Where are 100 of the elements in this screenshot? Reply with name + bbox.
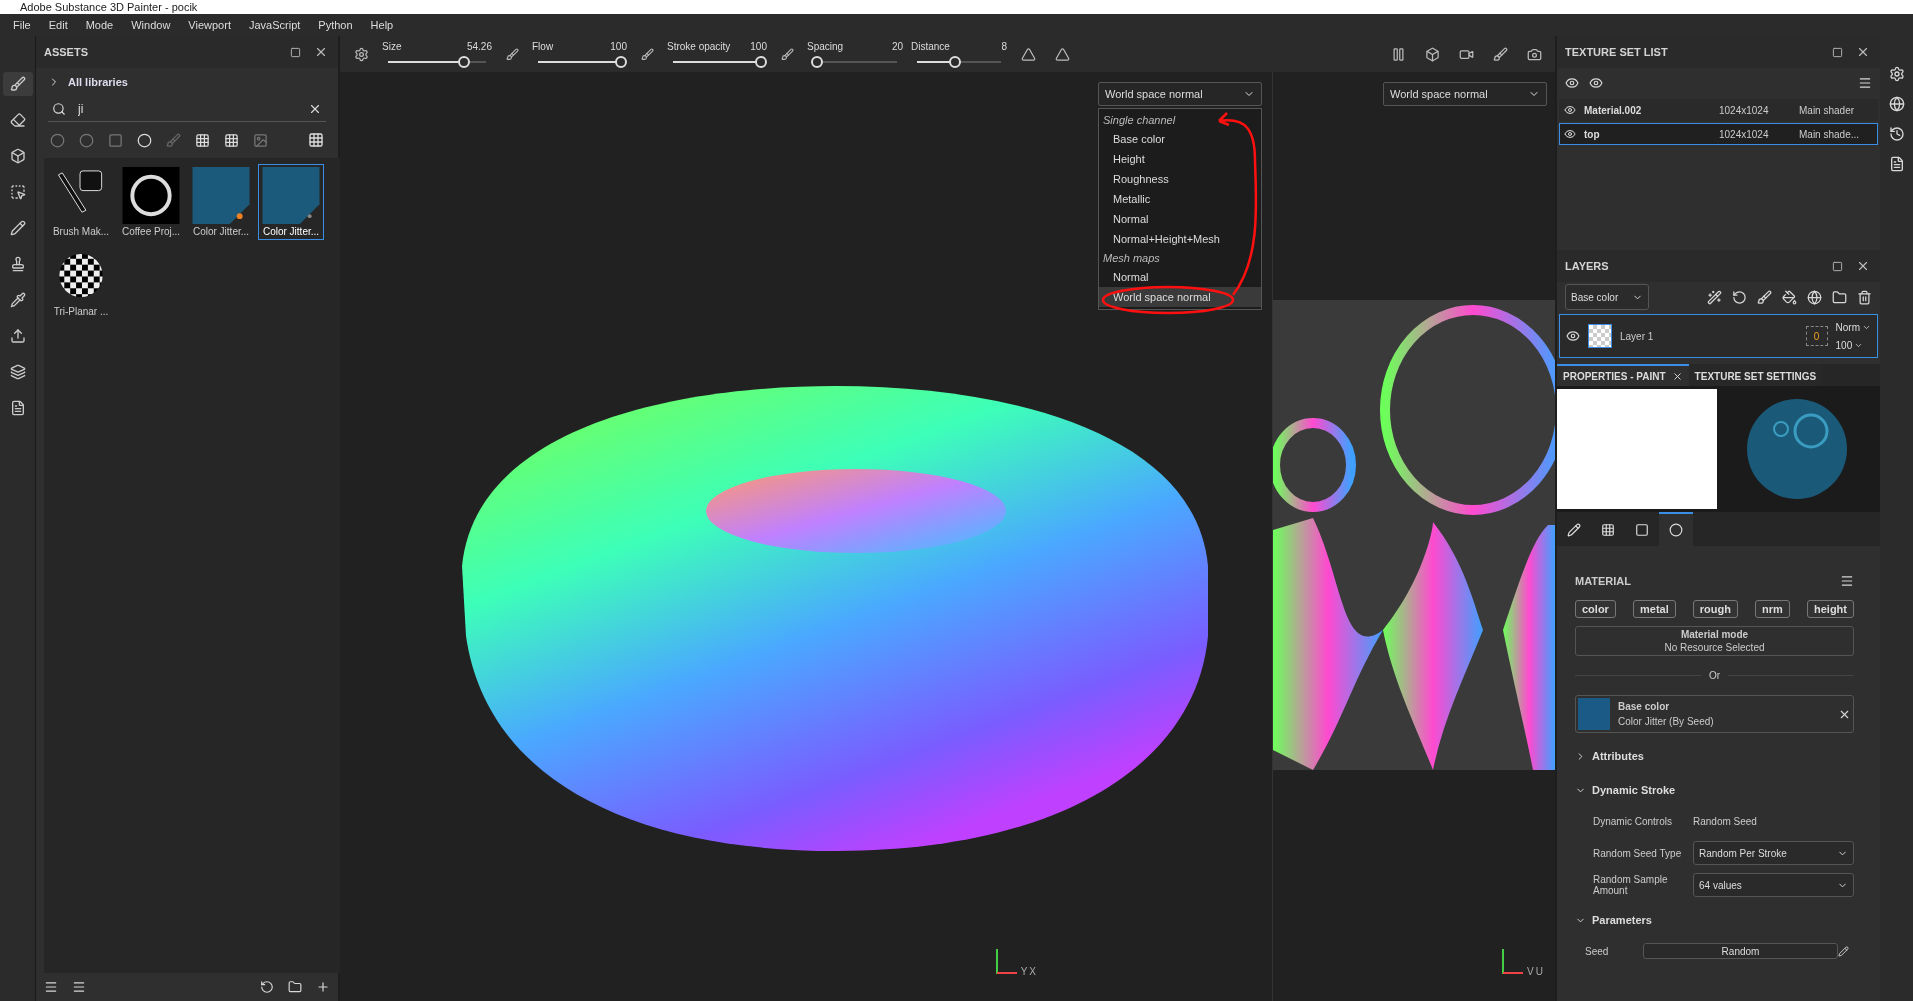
asset-tile[interactable]: Coffee Proj... (118, 164, 184, 240)
menu-item[interactable]: Roughness (1099, 169, 1261, 189)
list-icon[interactable] (44, 980, 58, 994)
globe-icon[interactable] (1888, 96, 1905, 112)
menu-item[interactable]: File (4, 14, 40, 36)
asset-tile[interactable]: Color Jitter... (258, 164, 324, 240)
upload-icon (9, 328, 26, 344)
checker-icon[interactable] (195, 132, 210, 148)
panel-title: LAYERS (1565, 260, 1610, 272)
menu-item[interactable]: Base color (1099, 129, 1261, 149)
channel-dropdown[interactable]: World space normal (1383, 82, 1547, 106)
edit-icon[interactable] (1838, 945, 1849, 957)
document-icon[interactable] (1888, 156, 1905, 172)
texture-set-row[interactable]: top 1024x1024 Main shade... (1559, 123, 1878, 145)
property-value: Random Seed (1693, 815, 1758, 827)
float-icon (1831, 260, 1843, 272)
menu-icon[interactable] (1840, 574, 1854, 588)
slider-thumb[interactable] (755, 55, 767, 68)
history-icon[interactable] (1888, 126, 1905, 142)
menu-icon[interactable] (1858, 76, 1872, 90)
axis-label: U (1535, 966, 1543, 977)
menu-item[interactable]: Normal+Height+Mesh (1099, 229, 1261, 249)
settings-icon[interactable] (1888, 66, 1905, 82)
slider-thumb[interactable] (948, 55, 961, 68)
menu-item[interactable]: Viewport (179, 14, 240, 36)
asset-tile[interactable]: Tri-Planar ... (48, 244, 114, 320)
slot-resource: Color Jitter (By Seed) (1618, 716, 1715, 727)
channel-dropdown[interactable]: Base color (1565, 284, 1649, 310)
param-label: Stroke opacity (667, 40, 731, 52)
channel-dropdown[interactable]: World space normal (1098, 82, 1262, 106)
opacity-dropdown[interactable]: 100 (1835, 338, 1871, 352)
image-icon[interactable] (253, 132, 268, 148)
list-icon[interactable] (72, 980, 86, 994)
asset-tile[interactable]: Brush Mak... (48, 164, 114, 240)
menu-item[interactable]: Window (122, 14, 180, 36)
checker-icon (1601, 523, 1615, 537)
menu-item[interactable]: Help (361, 14, 403, 36)
sphere-icon[interactable] (79, 132, 94, 148)
channel-toggle[interactable]: color (1575, 600, 1616, 618)
folder-icon[interactable] (1832, 289, 1847, 305)
menu-item[interactable]: Height (1099, 149, 1261, 169)
material-mode-title: Material mode (1680, 629, 1749, 640)
trash-icon[interactable] (1857, 289, 1872, 305)
slot-title: Base color (1618, 701, 1671, 712)
menu-item[interactable]: JavaScript (239, 14, 310, 36)
library-name[interactable]: All libraries (68, 76, 128, 88)
pen-icon (640, 47, 654, 61)
close-icon (1856, 259, 1870, 273)
section-header[interactable]: Attributes (1575, 745, 1854, 767)
base-color-slot[interactable]: Base color Color Jitter (By Seed) (1575, 695, 1854, 733)
grid-view-icon[interactable] (308, 132, 324, 148)
search-field[interactable]: ji (76, 100, 298, 117)
paint-tool[interactable] (2, 72, 33, 96)
channel-toggle[interactable]: nrm (1755, 600, 1790, 618)
param-label: Spacing (807, 40, 844, 52)
bucket-icon[interactable] (1782, 289, 1797, 305)
pattern-icon[interactable] (224, 132, 239, 148)
channel-toggle[interactable]: height (1807, 600, 1854, 618)
brush-icon[interactable] (1757, 289, 1772, 305)
folder-icon[interactable] (288, 980, 302, 994)
refresh-icon[interactable] (260, 980, 274, 994)
menu-item[interactable]: Python (309, 14, 362, 36)
menu-item[interactable]: Metallic (1099, 189, 1261, 209)
property-dropdown[interactable]: Random Per Stroke (1693, 841, 1854, 865)
eye-icon[interactable] (1565, 76, 1579, 90)
menu-item[interactable]: Edit (39, 14, 77, 36)
slider-thumb[interactable] (615, 55, 627, 68)
asset-tile[interactable]: Color Jitter... (188, 164, 254, 240)
slider-thumb[interactable] (458, 55, 471, 68)
property-label: Seed (1585, 945, 1610, 957)
menu-item[interactable]: Normal (1099, 209, 1261, 229)
layer-row[interactable]: Layer 1 0 Norm 100 (1559, 314, 1878, 358)
mask-slot[interactable]: 0 (1805, 326, 1828, 346)
projection-thumbnail (122, 167, 180, 224)
eye-icon[interactable] (1564, 128, 1576, 140)
icon-tab[interactable] (1659, 512, 1693, 546)
param-value: 100 (750, 40, 767, 52)
slider-thumb[interactable] (811, 55, 824, 68)
section-header[interactable]: Dynamic Stroke (1575, 779, 1854, 801)
eye-icon[interactable] (1589, 76, 1603, 90)
close-icon[interactable] (1671, 370, 1683, 382)
property-button[interactable]: Random (1643, 943, 1838, 959)
blend-mode-dropdown[interactable]: Norm (1835, 320, 1871, 334)
property-dropdown[interactable]: 64 values (1693, 873, 1854, 897)
axis-gizmo-icon (1499, 947, 1526, 977)
pen-icon (780, 47, 794, 61)
channel-toggle[interactable]: rough (1692, 600, 1738, 618)
add-icon[interactable] (316, 980, 330, 994)
menu-item[interactable]: Normal (1099, 267, 1261, 287)
menu-item[interactable]: Mode (76, 14, 123, 36)
eye-icon[interactable] (1566, 329, 1580, 343)
channel-toggle[interactable]: metal (1633, 600, 1676, 618)
material-mode-value: No Resource Selected (1664, 642, 1765, 653)
wand-icon[interactable] (1707, 289, 1722, 305)
material-mode-box[interactable]: Material mode No Resource Selected (1575, 626, 1854, 656)
sphere-icon[interactable] (50, 132, 65, 148)
section-header[interactable]: Parameters (1575, 909, 1854, 931)
texture-set-row[interactable]: Material.002 1024x1024 Main shader (1559, 99, 1878, 121)
panel-tab[interactable]: PROPERTIES - PAINT (1557, 364, 1689, 386)
eye-icon[interactable] (1564, 104, 1576, 116)
